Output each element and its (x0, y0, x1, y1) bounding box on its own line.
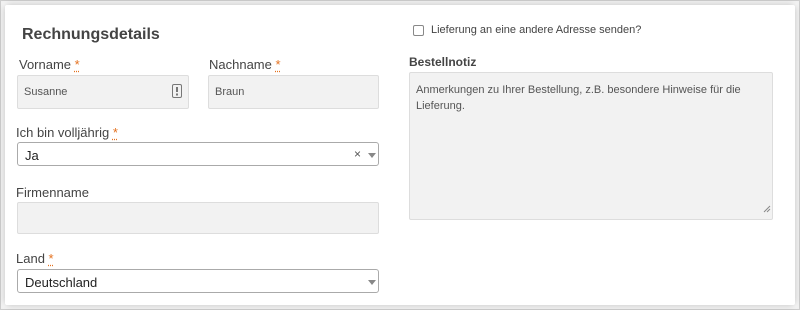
chevron-down-icon[interactable] (368, 153, 376, 158)
land-label: Land * (16, 251, 54, 266)
required-marker: * (112, 125, 118, 140)
volljaehrig-label: Ich bin volljährig * (16, 125, 118, 140)
order-notes-label: Bestellnotiz (409, 55, 477, 69)
land-label-text: Land (16, 251, 45, 266)
nachname-label-text: Nachname (209, 57, 272, 72)
nachname-label: Nachname * (209, 57, 281, 72)
nachname-value: Braun (215, 86, 245, 98)
ship-to-different-address-label[interactable]: Lieferung an eine andere Adresse senden? (431, 24, 641, 36)
required-marker: * (275, 57, 281, 72)
firmenname-label: Firmenname (16, 185, 89, 200)
resize-handle-icon[interactable] (763, 202, 771, 218)
chevron-down-icon[interactable] (368, 280, 376, 285)
order-notes-textarea[interactable]: Anmerkungen zu Ihrer Bestellung, z.B. be… (409, 72, 773, 220)
required-marker: * (74, 57, 80, 72)
order-notes-placeholder: Anmerkungen zu Ihrer Bestellung, z.B. be… (416, 84, 741, 112)
section-title: Rechnungsdetails (22, 26, 160, 43)
vorname-value: Susanne (24, 86, 68, 98)
nachname-field[interactable]: Braun (208, 75, 379, 109)
contact-card-icon[interactable] (172, 84, 182, 101)
clear-selection-icon[interactable]: × (354, 147, 361, 161)
vorname-field[interactable]: Susanne (17, 75, 189, 109)
vorname-label-text: Vorname (19, 57, 72, 72)
volljaehrig-label-text: Ich bin volljährig (16, 125, 110, 140)
volljaehrig-value: Ja (25, 148, 39, 163)
vorname-label: Vorname * (19, 57, 80, 72)
screenshot-frame: Rechnungsdetails Vorname * Susanne Nachn… (0, 0, 800, 310)
land-select[interactable]: Deutschland (17, 269, 379, 293)
firmenname-field[interactable] (17, 202, 379, 234)
billing-details-panel: Rechnungsdetails Vorname * Susanne Nachn… (5, 5, 795, 305)
firmenname-label-text: Firmenname (16, 185, 89, 200)
land-value: Deutschland (25, 275, 98, 290)
volljaehrig-select[interactable]: Ja × (17, 142, 379, 166)
required-marker: * (48, 251, 54, 266)
ship-to-different-address-checkbox[interactable] (413, 25, 424, 36)
